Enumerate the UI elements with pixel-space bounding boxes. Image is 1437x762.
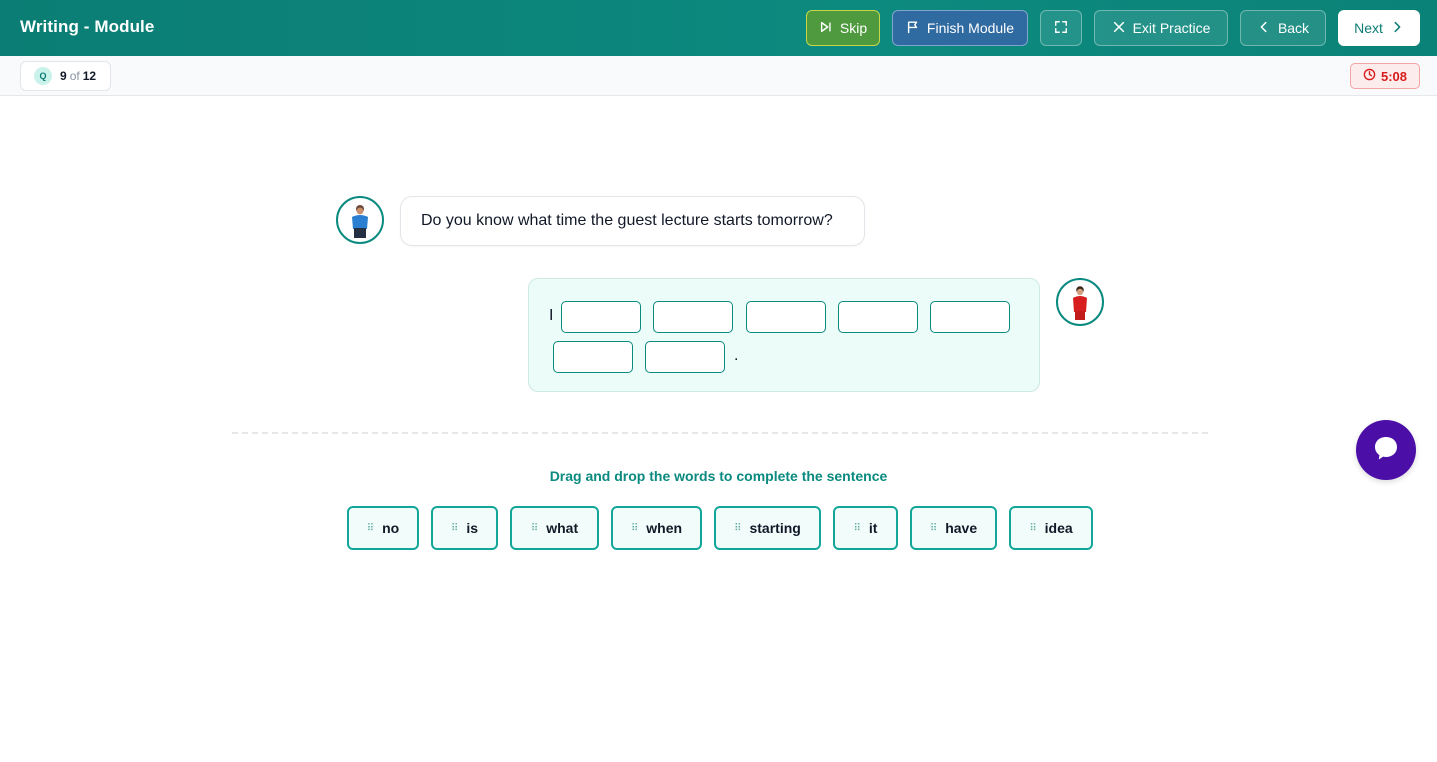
word-chip-label: when	[646, 520, 683, 536]
word-chip[interactable]: ⠿ what	[510, 506, 599, 550]
fullscreen-icon	[1054, 20, 1068, 37]
answer-slot[interactable]	[561, 301, 641, 333]
word-chip[interactable]: ⠿ it	[833, 506, 898, 550]
drag-grip-icon: ⠿	[853, 522, 861, 534]
exit-practice-label: Exit Practice	[1132, 20, 1211, 36]
speaker-avatar-red	[1056, 278, 1104, 326]
drag-grip-icon: ⠿	[530, 522, 538, 534]
drag-grip-icon: ⠿	[366, 522, 374, 534]
answer-suffix: .	[734, 347, 739, 364]
drag-grip-icon: ⠿	[734, 522, 741, 534]
exit-practice-button[interactable]: Exit Practice	[1094, 10, 1228, 46]
question-counter: Q 9 of 12	[20, 61, 111, 91]
answer-slot[interactable]	[645, 341, 725, 373]
word-chip[interactable]: ⠿ starting	[714, 506, 821, 550]
drag-grip-icon: ⠿	[450, 522, 458, 534]
word-chip-label: what	[546, 520, 579, 536]
chat-launcher-button[interactable]	[1356, 420, 1416, 480]
answer-slot[interactable]	[553, 341, 633, 373]
word-chip-label: is	[466, 520, 478, 536]
back-label: Back	[1277, 20, 1310, 36]
word-chip-label: it	[868, 520, 878, 536]
drag-grip-icon: ⠿	[1029, 522, 1036, 534]
skip-button[interactable]: Skip	[806, 10, 880, 46]
answer-slot[interactable]	[930, 301, 1010, 333]
question-total: 12	[82, 69, 97, 83]
next-button[interactable]: Next	[1338, 10, 1420, 46]
question-current: 9	[60, 69, 67, 83]
answer-prefix: I	[549, 307, 554, 324]
word-chip[interactable]: ⠿ no	[347, 506, 419, 550]
fullscreen-button[interactable]	[1040, 10, 1082, 46]
answer-slot[interactable]	[746, 301, 826, 333]
chat-bubble-icon	[1371, 433, 1401, 468]
question-text: Do you know what time the guest lecture …	[421, 212, 833, 229]
clock-icon	[1363, 68, 1376, 84]
next-label: Next	[1354, 20, 1383, 36]
close-icon	[1112, 20, 1126, 37]
word-chip-label: have	[945, 520, 978, 536]
speaker-avatar-blue	[336, 196, 384, 244]
finish-module-button[interactable]: Finish Module	[892, 10, 1028, 46]
finish-module-label: Finish Module	[926, 20, 1015, 36]
back-button[interactable]: Back	[1240, 10, 1326, 46]
word-chip-label: idea	[1044, 520, 1073, 536]
timer-value: 5:08	[1380, 68, 1408, 84]
chevron-left-icon	[1257, 20, 1271, 37]
skip-forward-icon	[819, 20, 833, 37]
question-bubble: Do you know what time the guest lecture …	[400, 196, 865, 246]
answer-panel: I .	[528, 278, 1040, 392]
word-chip[interactable]: ⠿ when	[611, 506, 702, 550]
timer-badge: 5:08	[1350, 63, 1420, 89]
answer-slot[interactable]	[838, 301, 918, 333]
chevron-right-icon	[1390, 20, 1404, 37]
word-chip-label: starting	[749, 520, 801, 536]
flag-icon	[906, 20, 920, 37]
word-chip-label: no	[382, 520, 400, 536]
drag-grip-icon: ⠿	[929, 522, 937, 534]
top-bar: Writing - Module Skip Finish Module Exit…	[0, 0, 1437, 56]
section-divider	[232, 432, 1208, 434]
progress-bar: Q 9 of 12 5:08	[0, 56, 1437, 96]
question-of: of	[69, 69, 80, 83]
word-chip[interactable]: ⠿ is	[431, 506, 498, 550]
word-chip[interactable]: ⠿ have	[910, 506, 997, 550]
drag-grip-icon: ⠿	[630, 522, 638, 534]
page-title: Writing - Module	[20, 17, 155, 36]
question-badge: Q	[34, 67, 52, 85]
instruction-text: Drag and drop the words to complete the …	[549, 468, 888, 484]
word-chip[interactable]: ⠿ idea	[1009, 506, 1093, 550]
skip-label: Skip	[839, 20, 868, 36]
answer-slot[interactable]	[653, 301, 733, 333]
